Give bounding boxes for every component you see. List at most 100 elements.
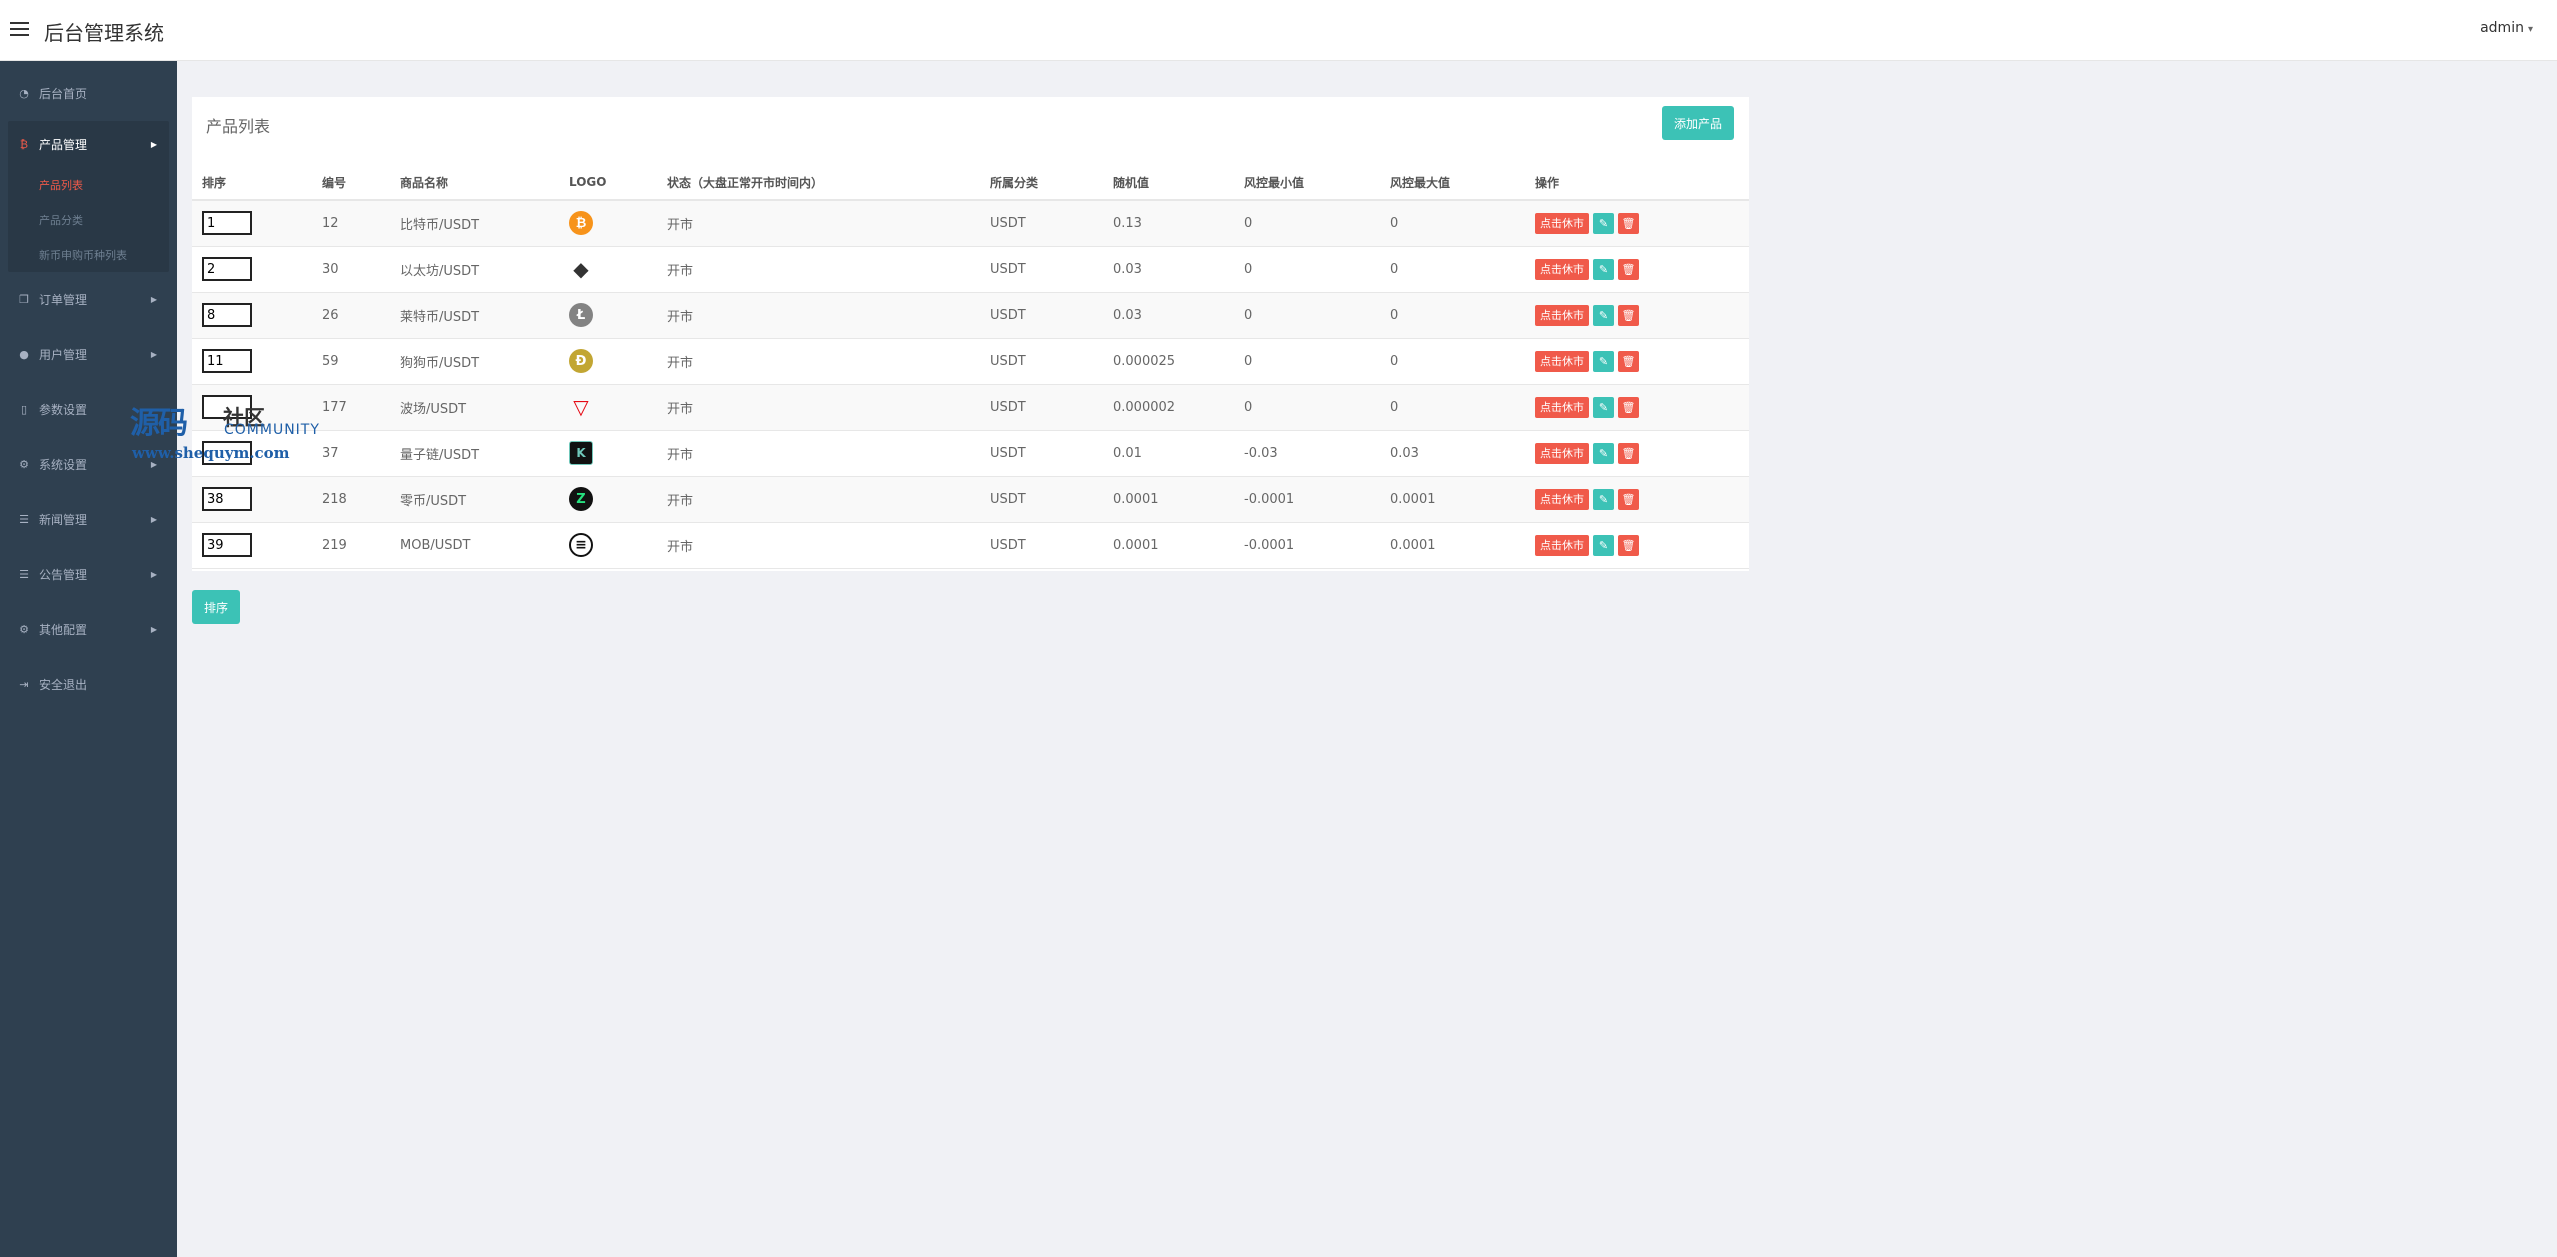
pencil-icon[interactable]: ✎: [1593, 212, 1614, 234]
sidebar-item-label: 公告管理: [39, 568, 88, 582]
trash-icon[interactable]: 🗑: [1618, 396, 1639, 418]
table-row: 26莱特币/USDTŁ开市USDT0.0300点击休市✎🗑: [192, 292, 1749, 339]
sidebar-subitem-new-coin-list[interactable]: 新币申购币种列表: [8, 237, 169, 272]
sidebar-item-label: 参数设置: [39, 403, 88, 417]
logo-cell: ▽: [559, 384, 657, 431]
product-name-cell: 以太坊/USDT: [390, 246, 559, 293]
ethereum-logo-icon: ◆: [573, 257, 589, 281]
page-title: 产品列表: [206, 117, 271, 136]
close-market-button[interactable]: 点击休市: [1535, 258, 1589, 280]
pencil-icon[interactable]: ✎: [1593, 534, 1614, 556]
status-cell: 开市: [657, 200, 980, 247]
close-market-button[interactable]: 点击休市: [1535, 350, 1589, 372]
status-cell: 开市: [657, 522, 980, 569]
sidebar-subitem-product-category[interactable]: 产品分类: [8, 202, 169, 237]
trash-icon[interactable]: 🗑: [1618, 488, 1639, 510]
trash-icon[interactable]: 🗑: [1618, 442, 1639, 464]
sort-order-input[interactable]: [202, 303, 252, 327]
sidebar-group-products: ₿ 产品管理 ▶ 产品列表 产品分类 新币申购币种列表: [8, 121, 169, 272]
category-cell: USDT: [980, 384, 1103, 431]
sidebar-item-notices[interactable]: ☰ 公告管理 ▶: [0, 547, 177, 602]
sidebar-item-users[interactable]: ● 用户管理 ▶: [0, 327, 177, 382]
close-market-button[interactable]: 点击休市: [1535, 396, 1589, 418]
product-name-cell: 波场/USDT: [390, 384, 559, 431]
sidebar-item-orders[interactable]: ❐ 订单管理 ▶: [0, 272, 177, 327]
logo-cell: K: [559, 430, 657, 477]
pencil-icon[interactable]: ✎: [1593, 396, 1614, 418]
id-cell: 218: [312, 476, 390, 523]
risk-min-cell: -0.0001: [1234, 522, 1380, 569]
random-value-cell: 0.13: [1103, 200, 1234, 247]
risk-min-cell: 0: [1234, 338, 1380, 385]
random-value-cell: 0.03: [1103, 246, 1234, 293]
risk-max-cell: 0: [1380, 292, 1525, 339]
category-cell: USDT: [980, 338, 1103, 385]
category-cell: USDT: [980, 200, 1103, 247]
column-header: 编号: [312, 165, 390, 201]
operations-cell: 点击休市 ✎ 🗑: [1525, 430, 1749, 477]
top-header: 后台管理系统 admin ▾: [0, 0, 2557, 61]
sidebar-item-products[interactable]: ₿ 产品管理 ▶: [8, 121, 169, 167]
caret-right-icon: ▶: [150, 350, 157, 359]
trash-icon[interactable]: 🗑: [1618, 258, 1639, 280]
sort-cell: [192, 246, 312, 293]
sort-order-input[interactable]: [202, 257, 252, 281]
watermark-community-text: COMMUNITY: [224, 422, 320, 438]
logo-cell: ₿: [559, 200, 657, 247]
app-title: 后台管理系统: [44, 21, 164, 45]
bitcoin-logo-icon: ₿: [569, 211, 593, 236]
operations-cell: 点击休市 ✎ 🗑: [1525, 200, 1749, 247]
column-header: 风控最小值: [1234, 165, 1380, 201]
sort-cell: [192, 338, 312, 385]
file-icon: ▯: [20, 403, 28, 416]
caret-right-icon: ▶: [150, 139, 157, 149]
trash-icon[interactable]: 🗑: [1618, 350, 1639, 372]
user-menu[interactable]: admin ▾: [2474, 18, 2539, 38]
risk-min-cell: 0: [1234, 384, 1380, 431]
operations-cell: 点击休市 ✎ 🗑: [1525, 246, 1749, 293]
random-value-cell: 0.03: [1103, 292, 1234, 339]
trash-icon[interactable]: 🗑: [1618, 304, 1639, 326]
sidebar-item-label: 安全退出: [39, 678, 88, 692]
close-market-button[interactable]: 点击休市: [1535, 304, 1589, 326]
column-header: 所属分类: [980, 165, 1103, 201]
hamburger-menu-icon[interactable]: [10, 22, 29, 37]
close-market-button[interactable]: 点击休市: [1535, 488, 1589, 510]
pencil-icon[interactable]: ✎: [1593, 442, 1614, 464]
pencil-icon[interactable]: ✎: [1593, 304, 1614, 326]
dogecoin-logo-icon: Ð: [569, 349, 593, 373]
risk-min-cell: 0: [1234, 292, 1380, 339]
column-header: 商品名称: [390, 165, 559, 201]
trash-icon[interactable]: 🗑: [1618, 212, 1639, 234]
pencil-icon[interactable]: ✎: [1593, 488, 1614, 510]
close-market-button[interactable]: 点击休市: [1535, 212, 1589, 234]
sort-order-input[interactable]: [202, 487, 252, 511]
risk-min-cell: -0.03: [1234, 430, 1380, 477]
sort-cell: [192, 292, 312, 339]
table-row: 37 量子链/USDT K 开市 USDT 0.01 -0.03 0.03 点击休市 ✎ 🗑: [192, 430, 1749, 477]
pencil-icon[interactable]: ✎: [1593, 258, 1614, 280]
pencil-icon[interactable]: ✎: [1593, 350, 1614, 372]
close-market-button[interactable]: 点击休市: [1535, 442, 1589, 464]
sidebar-item-other-config[interactable]: ⚙ 其他配置 ▶: [0, 602, 177, 657]
trash-icon[interactable]: 🗑: [1618, 534, 1639, 556]
caret-right-icon: ▶: [150, 295, 157, 304]
sort-order-input[interactable]: [202, 211, 252, 236]
sidebar-item-home[interactable]: ◔ 后台首页: [0, 66, 177, 121]
product-name-cell: MOB/USDT: [390, 522, 559, 569]
operations-cell: 点击休市 ✎ 🗑: [1525, 476, 1749, 523]
sort-button[interactable]: 排序: [192, 590, 241, 624]
litecoin-logo-icon: Ł: [569, 303, 593, 327]
sort-cell: [192, 200, 312, 247]
user-icon: ●: [19, 348, 29, 361]
sidebar-item-label: 用户管理: [39, 348, 88, 362]
logo-cell: Ł: [559, 292, 657, 339]
sidebar-item-news[interactable]: ☰ 新闻管理 ▶: [0, 492, 177, 547]
sidebar-item-logout[interactable]: ⇥ 安全退出: [0, 657, 177, 712]
close-market-button[interactable]: 点击休市: [1535, 534, 1589, 556]
operations-cell: 点击休市 ✎ 🗑: [1525, 384, 1749, 431]
sort-order-input[interactable]: [202, 349, 252, 373]
sidebar-subitem-product-list[interactable]: 产品列表: [8, 167, 169, 202]
sort-order-input[interactable]: [202, 533, 252, 557]
add-product-button[interactable]: 添加产品: [1661, 106, 1734, 140]
